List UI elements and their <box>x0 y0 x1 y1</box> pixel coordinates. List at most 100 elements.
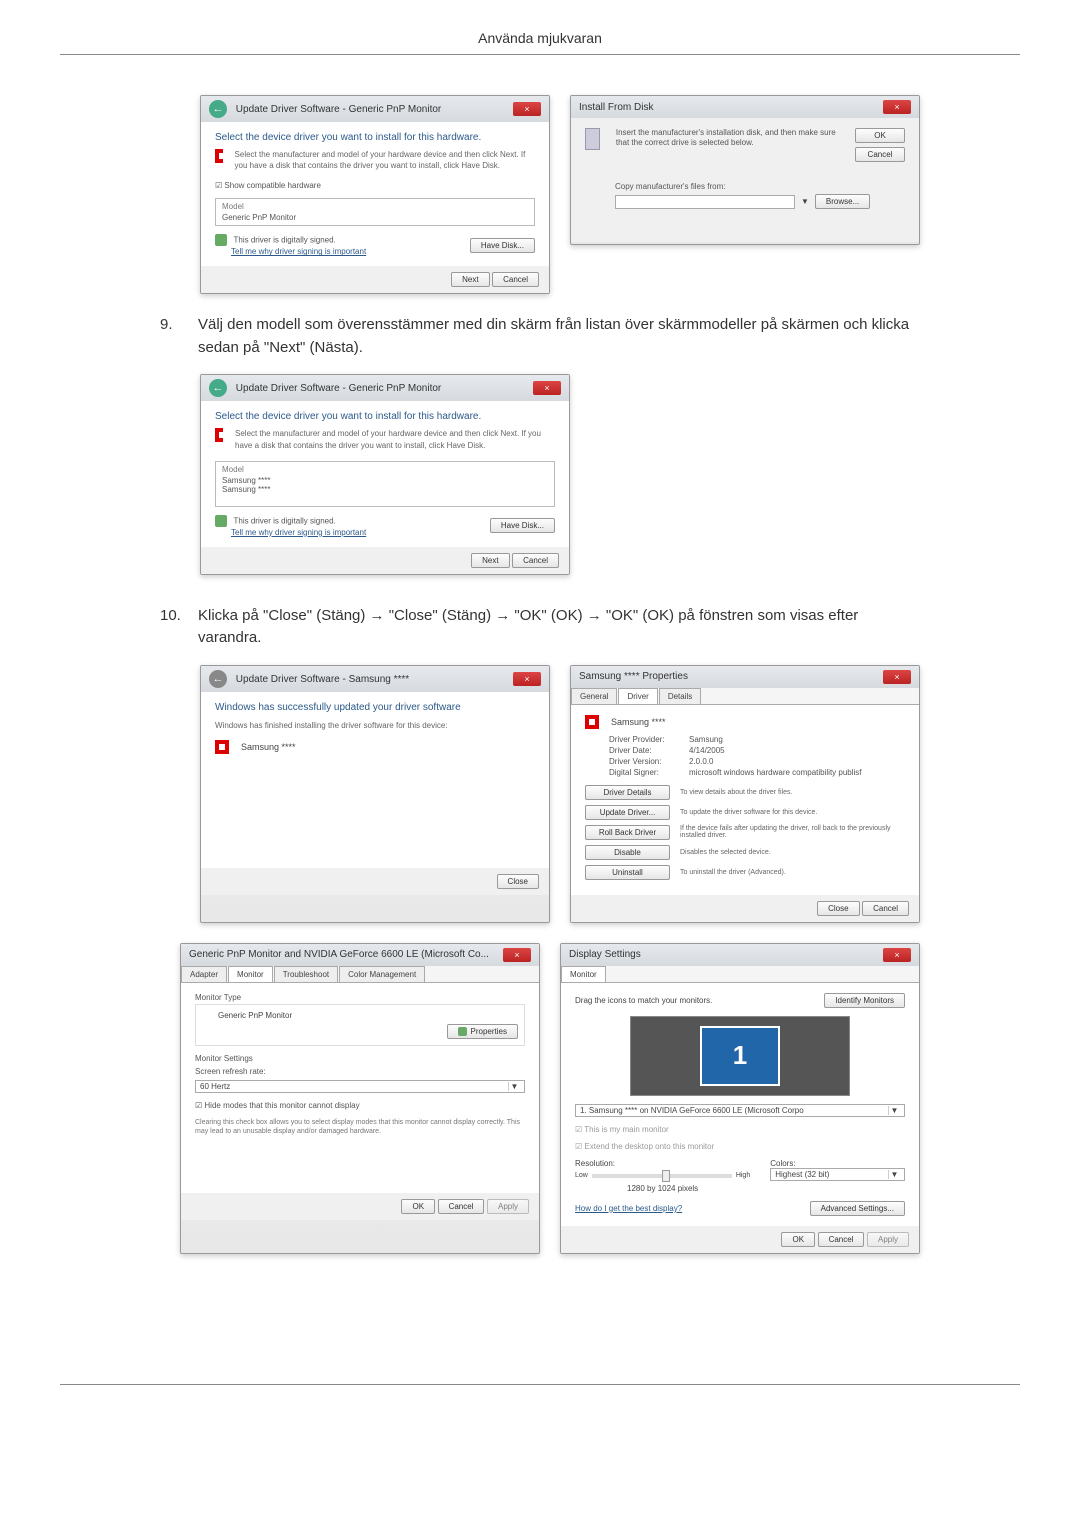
copy-label: Copy manufacturer's files from: <box>615 182 905 191</box>
rollback-button[interactable]: Roll Back Driver <box>585 825 670 840</box>
cancel-button[interactable]: Cancel <box>862 901 909 916</box>
properties-button[interactable]: Properties <box>447 1024 518 1039</box>
driver-details-button[interactable]: Driver Details <box>585 785 670 800</box>
figure-row-1: ← Update Driver Software - Generic PnP M… <box>200 95 920 294</box>
resolution-slider[interactable] <box>592 1174 732 1178</box>
signing-link[interactable]: Tell me why driver signing is important <box>231 247 366 256</box>
dialog-titlebar: Generic PnP Monitor and NVIDIA GeForce 6… <box>181 944 539 966</box>
dialog-heading: Select the device driver you want to ins… <box>215 411 555 422</box>
dialog-titlebar: ← Update Driver Software - Samsung **** … <box>201 666 549 692</box>
best-display-link[interactable]: How do I get the best display? <box>575 1204 682 1213</box>
dialog-body: Select the device driver you want to ins… <box>201 401 569 546</box>
dialog-driver-properties: Samsung **** Properties × General Driver… <box>570 665 920 923</box>
path-input[interactable] <box>615 195 795 209</box>
hide-modes-checkbox[interactable]: ☑ Hide modes that this monitor cannot di… <box>195 1101 525 1110</box>
close-icon[interactable]: × <box>883 670 911 684</box>
model-listbox[interactable]: Model Samsung **** Samsung **** <box>215 461 555 507</box>
model-listbox[interactable]: Model Generic PnP Monitor <box>215 198 535 226</box>
dialog-desc: Windows has finished installing the driv… <box>215 721 535 730</box>
dialog-update-driver-2: ← Update Driver Software - Generic PnP M… <box>200 374 570 574</box>
dialog-heading: Windows has successfully updated your dr… <box>215 702 535 713</box>
dialog-body: Select the device driver you want to ins… <box>201 122 549 266</box>
dialog-update-driver-1: ← Update Driver Software - Generic PnP M… <box>200 95 550 294</box>
back-icon[interactable]: ← <box>209 379 227 397</box>
cancel-button[interactable]: Cancel <box>818 1232 865 1247</box>
dialog-title-text: Install From Disk <box>579 102 653 113</box>
dialog-title-text: Generic PnP Monitor and NVIDIA GeForce 6… <box>189 949 489 960</box>
dialog-buttons: Next Cancel <box>201 547 569 574</box>
ok-button[interactable]: OK <box>855 128 905 143</box>
browse-button[interactable]: Browse... <box>815 194 870 209</box>
tab-adapter[interactable]: Adapter <box>181 966 227 982</box>
close-button[interactable]: Close <box>497 874 539 889</box>
ok-button[interactable]: OK <box>401 1199 435 1214</box>
have-disk-button[interactable]: Have Disk... <box>490 518 555 533</box>
tab-general[interactable]: General <box>571 688 617 704</box>
close-icon[interactable]: × <box>503 948 531 962</box>
page-header: Använda mjukvaran <box>60 0 1020 55</box>
have-disk-button[interactable]: Have Disk... <box>470 238 535 253</box>
dialog-titlebar: Samsung **** Properties × <box>571 666 919 688</box>
next-button[interactable]: Next <box>471 553 509 568</box>
dialog-desc: Select the manufacturer and model of you… <box>235 149 535 171</box>
advanced-button[interactable]: Advanced Settings... <box>810 1201 905 1216</box>
step-text: Klicka på "Close" (Stäng) → "Close" (Stä… <box>198 605 920 650</box>
step-number: 9. <box>160 314 186 359</box>
update-driver-button[interactable]: Update Driver... <box>585 805 670 820</box>
refresh-label: Screen refresh rate: <box>195 1067 525 1076</box>
resolution-value: 1280 by 1024 pixels <box>575 1184 750 1193</box>
uninstall-button[interactable]: Uninstall <box>585 865 670 880</box>
tab-color-mgmt[interactable]: Color Management <box>339 966 425 982</box>
dialog-titlebar: ← Update Driver Software - Generic PnP M… <box>201 96 549 122</box>
monitor-select[interactable]: 1. Samsung **** on NVIDIA GeForce 6600 L… <box>575 1104 905 1117</box>
next-button[interactable]: Next <box>451 272 489 287</box>
monitor-preview[interactable]: 1 <box>630 1016 850 1096</box>
close-button[interactable]: Close <box>817 901 859 916</box>
signing-link[interactable]: Tell me why driver signing is important <box>231 528 366 537</box>
refresh-dropdown[interactable]: 60 Hertz▼ <box>195 1080 525 1093</box>
monitor-type-label: Monitor Type <box>195 993 525 1002</box>
dialog-title-text: Display Settings <box>569 949 641 960</box>
close-icon[interactable]: × <box>883 100 911 114</box>
identify-button[interactable]: Identify Monitors <box>824 993 905 1008</box>
close-icon[interactable]: × <box>513 102 541 116</box>
resolution-label: Resolution: <box>575 1159 750 1168</box>
step-text: Välj den modell som överensstämmer med d… <box>198 314 920 359</box>
page-footer <box>60 1384 1020 1424</box>
figure-col-step9: ← Update Driver Software - Generic PnP M… <box>200 374 920 574</box>
monitor-1-icon[interactable]: 1 <box>700 1026 780 1086</box>
tab-monitor[interactable]: Monitor <box>561 966 606 982</box>
colors-dropdown[interactable]: Highest (32 bit)▼ <box>770 1168 905 1181</box>
close-icon[interactable]: × <box>533 381 561 395</box>
back-icon[interactable]: ← <box>209 100 227 118</box>
dialog-buttons: Close <box>201 868 549 895</box>
cancel-button[interactable]: Cancel <box>512 553 559 568</box>
close-icon[interactable]: × <box>883 948 911 962</box>
dialog-body: Drag the icons to match your monitors. I… <box>561 983 919 1226</box>
drag-label: Drag the icons to match your monitors. <box>575 996 712 1005</box>
cancel-button[interactable]: Cancel <box>492 272 539 287</box>
tab-row: General Driver Details <box>571 688 919 705</box>
tab-driver[interactable]: Driver <box>618 688 657 704</box>
step-10: 10. Klicka på "Close" (Stäng) → "Close" … <box>160 605 920 1254</box>
cancel-button[interactable]: Cancel <box>855 147 905 162</box>
dialog-title-text: Update Driver Software - Generic PnP Mon… <box>236 104 441 115</box>
apply-button[interactable]: Apply <box>487 1199 529 1214</box>
dialog-buttons: OK Cancel Apply <box>561 1226 919 1253</box>
tab-monitor[interactable]: Monitor <box>228 966 273 982</box>
tab-details[interactable]: Details <box>659 688 701 704</box>
disable-button[interactable]: Disable <box>585 845 670 860</box>
cancel-button[interactable]: Cancel <box>438 1199 485 1214</box>
page-title: Använda mjukvaran <box>478 30 602 46</box>
tab-troubleshoot[interactable]: Troubleshoot <box>274 966 338 982</box>
show-compatible-checkbox[interactable]: ☑ Show compatible hardware <box>215 181 535 190</box>
ok-button[interactable]: OK <box>781 1232 815 1247</box>
dialog-titlebar: ← Update Driver Software - Generic PnP M… <box>201 375 569 401</box>
close-icon[interactable]: × <box>513 672 541 686</box>
hide-desc: Clearing this check box allows you to se… <box>195 1118 525 1136</box>
main-monitor-checkbox: ☑ This is my main monitor <box>575 1125 905 1134</box>
dialog-display-settings: Display Settings × Monitor Drag the icon… <box>560 943 920 1254</box>
apply-button[interactable]: Apply <box>867 1232 909 1247</box>
dialog-title-text: Update Driver Software - Samsung **** <box>236 674 409 685</box>
hardware-icon <box>585 715 599 729</box>
